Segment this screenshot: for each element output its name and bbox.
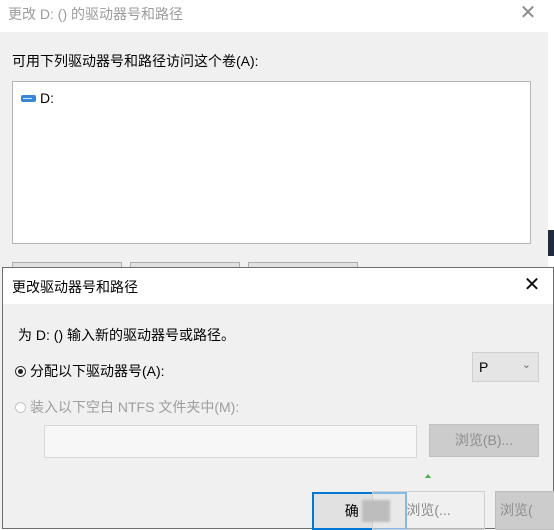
mount-folder-option[interactable]: 装入以下空白 NTFS 文件夹中(M): bbox=[15, 397, 239, 417]
list-item[interactable]: D: bbox=[21, 90, 54, 106]
back-titlebar: 更改 D: () 的驱动器号和路径 ✕ bbox=[0, 0, 548, 32]
close-icon[interactable]: ✕ bbox=[517, 271, 547, 301]
drive-letter-value: P bbox=[479, 359, 489, 375]
chevron-down-icon: ⌄ bbox=[521, 359, 531, 371]
front-titlebar: 更改驱动器号和路径 ✕ bbox=[3, 268, 553, 304]
drive-path-list[interactable]: D: bbox=[12, 81, 531, 244]
ok-button-label: 确 bbox=[344, 503, 359, 519]
mount-radio-label: 装入以下空白 NTFS 文件夹中(M): bbox=[30, 399, 240, 415]
caret-indicator bbox=[425, 474, 431, 478]
back-dialog-title: 更改 D: () 的驱动器号和路径 bbox=[8, 6, 183, 22]
drive-icon bbox=[21, 93, 36, 103]
dialog-title: 更改驱动器号和路径 bbox=[12, 279, 138, 295]
mount-radio[interactable] bbox=[15, 401, 26, 413]
assign-drive-letter-option[interactable]: 分配以下驱动器号(A): bbox=[15, 361, 165, 381]
assign-radio[interactable] bbox=[15, 365, 26, 377]
assign-radio-label: 分配以下驱动器号(A): bbox=[30, 363, 165, 379]
folder-path-input[interactable] bbox=[44, 425, 417, 458]
dialog-prompt: 为 D: () 输入新的驱动器号或路径。 bbox=[18, 327, 235, 343]
ghost-browse-button-right[interactable]: 浏览( bbox=[495, 491, 554, 530]
list-item-label: D: bbox=[40, 90, 54, 106]
browse-button[interactable]: 浏览(B)... bbox=[429, 424, 539, 457]
change-drive-letter-dialog: 更改驱动器号和路径 ✕ 为 D: () 输入新的驱动器号或路径。 分配以下驱动器… bbox=[2, 267, 554, 530]
back-dialog-prompt: 可用下列驱动器号和路径访问这个卷(A): bbox=[12, 53, 259, 69]
drive-letter-select[interactable]: P ⌄ bbox=[472, 352, 539, 382]
close-icon[interactable]: ✕ bbox=[513, 0, 543, 30]
smudge bbox=[362, 500, 390, 522]
